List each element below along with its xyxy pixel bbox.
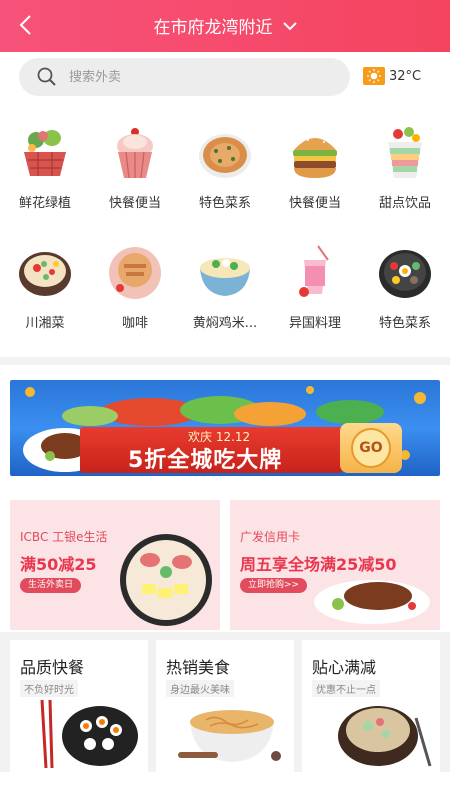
location-selector[interactable]: 在市府龙湾附近 — [154, 13, 297, 38]
promo-title: 满50减25 — [20, 555, 97, 574]
bottom-tab-bar — [0, 772, 450, 800]
feature-subtitle: 身边最火美味 — [166, 680, 234, 697]
sushi-image — [40, 699, 138, 768]
noodle-image — [178, 710, 281, 762]
noodle-bowl-icon — [200, 258, 250, 296]
feature-card-quality[interactable]: 品质快餐 不负好时光 — [10, 640, 148, 772]
dessert-cup-icon — [388, 127, 422, 178]
top-bar: 在市府龙湾附近 — [0, 0, 450, 52]
category-burger[interactable]: 快餐便当 — [270, 124, 360, 211]
search-icon — [37, 67, 56, 86]
promo-card-cgb[interactable]: 广发信用卡 周五享全场满25减50 立即抢购>> — [230, 500, 440, 630]
coffee-icon — [109, 247, 161, 299]
category-specialty[interactable]: 特色菜系 — [180, 124, 270, 211]
feature-title: 贴心满减 — [312, 658, 377, 677]
hotpot-icon — [19, 252, 71, 296]
feature-cards: 品质快餐 不负好时光 热销美食 身边最火美味 贴心满减 优惠不止一点 — [0, 640, 450, 772]
feature-card-hot[interactable]: 热销美食 身边最火美味 — [156, 640, 294, 772]
category-fastfood[interactable]: 快餐便当 — [90, 124, 180, 211]
sun-icon — [363, 67, 385, 85]
promo-subtitle: ICBC 工银e生活 — [20, 530, 108, 544]
cupcake-icon — [117, 128, 153, 179]
search-box[interactable] — [19, 58, 350, 96]
category-foreign[interactable]: 异国料理 — [270, 244, 360, 331]
feature-subtitle: 不负好时光 — [20, 680, 78, 697]
feature-title: 品质快餐 — [20, 658, 85, 677]
search-bar: 32°C — [0, 52, 450, 102]
platter-image — [120, 534, 212, 626]
flower-basket-icon — [24, 130, 66, 176]
feature-subtitle: 优惠不止一点 — [312, 680, 380, 697]
category-coffee[interactable]: 咖啡 — [90, 244, 180, 331]
go-button[interactable]: GO — [340, 423, 402, 473]
chevron-down-icon — [282, 21, 297, 30]
promo-subtitle: 广发信用卡 — [240, 530, 301, 544]
promo-banner-section: 欢庆 12.12 5折全城吃大牌 GO — [0, 365, 450, 490]
feature-card-discount[interactable]: 贴心满减 优惠不止一点 — [302, 640, 440, 772]
pancake-icon — [199, 134, 251, 178]
promo-cards: ICBC 工银e生活 满50减25 生活外卖日 广发信用卡 周五享全场满25减5… — [0, 490, 450, 632]
bibimbap-icon — [379, 250, 431, 298]
feature-title: 热销美食 — [166, 658, 231, 677]
temperature: 32°C — [389, 68, 422, 84]
search-input[interactable] — [69, 58, 339, 96]
category-flowers[interactable]: 鲜花绿植 — [0, 124, 90, 211]
location-text: 在市府龙湾附近 — [153, 18, 273, 38]
category-specialty-2[interactable]: 特色菜系 — [360, 244, 450, 331]
steak-image — [314, 580, 430, 624]
category-braised-chicken[interactable]: 黄焖鸡米... — [180, 244, 270, 331]
burger-icon — [293, 135, 337, 178]
category-sichuan[interactable]: 川湘菜 — [0, 244, 90, 331]
promo-card-icbc[interactable]: ICBC 工银e生活 满50减25 生活外卖日 — [10, 500, 220, 630]
promo-banner[interactable]: 欢庆 12.12 5折全城吃大牌 GO — [10, 380, 440, 476]
promo-tag[interactable]: 生活外卖日 — [20, 578, 82, 593]
category-grid: 鲜花绿植 快餐便当 特色菜系 快餐便当 甜点饮品 川湘菜 咖啡 黄焖鸡米... … — [0, 102, 450, 357]
banner-title: 5折全城吃大牌 — [128, 448, 283, 473]
category-dessert[interactable]: 甜点饮品 — [360, 124, 450, 211]
hotpot-image — [338, 706, 432, 767]
drink-icon — [299, 245, 329, 297]
promo-tag[interactable]: 立即抢购>> — [240, 578, 308, 593]
weather: 32°C — [363, 67, 421, 85]
